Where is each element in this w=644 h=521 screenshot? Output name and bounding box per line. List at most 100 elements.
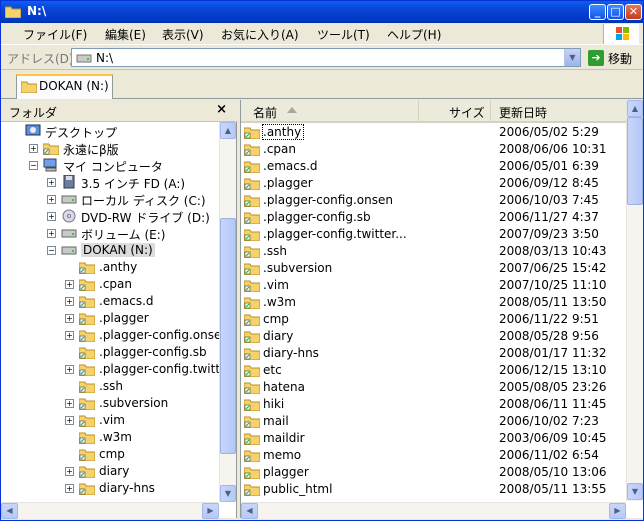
tree-node[interactable]: + DVD-RW ドライブ (D:) [1, 208, 219, 225]
scroll-left-button[interactable]: ◀ [1, 503, 18, 519]
file-row[interactable]: .plagger-config.onsen 2006/10/03 7:45 [241, 192, 626, 209]
expand-icon[interactable]: + [65, 331, 74, 340]
file-row[interactable]: .ssh 2008/03/13 10:43 [241, 243, 626, 260]
scroll-thumb[interactable] [627, 117, 643, 205]
expand-icon[interactable]: + [65, 365, 74, 374]
scroll-right-button[interactable]: ▶ [609, 503, 626, 519]
title-bar[interactable]: N:\ _ □ ✕ [1, 1, 643, 23]
file-row[interactable]: mail 2006/10/02 7:23 [241, 413, 626, 430]
tree-node[interactable]: − マイ コンピュータ [1, 157, 219, 174]
tree-node[interactable]: + .plagger-config.twitter [1, 361, 219, 378]
tree-node[interactable]: + .vim [1, 412, 219, 429]
tree-node[interactable]: + diary-hns [1, 480, 219, 497]
go-button[interactable]: ➔ 移動 [586, 48, 640, 68]
tree-node-label: .plagger [99, 311, 149, 325]
tree-node[interactable]: + .plagger [1, 310, 219, 327]
file-row[interactable]: .plagger-config.sb 2006/11/27 4:37 [241, 209, 626, 226]
file-row[interactable]: hiki 2008/06/11 11:45 [241, 396, 626, 413]
collapse-icon[interactable]: − [47, 246, 56, 255]
tree-node[interactable]: .plagger-config.sb [1, 344, 219, 361]
menu-file[interactable]: ファイル(F) [23, 26, 87, 43]
list-vertical-scrollbar[interactable]: ▲ ▼ [626, 100, 643, 501]
file-row[interactable]: cmp 2006/11/22 9:51 [241, 311, 626, 328]
tree-vertical-scrollbar[interactable]: ▲ ▼ [219, 122, 236, 502]
minimize-button[interactable]: _ [589, 4, 606, 20]
folder-icon [244, 161, 260, 173]
address-input[interactable]: N:\ ▼ [71, 48, 581, 67]
tree-node[interactable]: + .plagger-config.onsen [1, 327, 219, 344]
menu-edit[interactable]: 編集(E) [105, 26, 146, 43]
file-list: .anthy 2006/05/02 5:29 .cpan 2008/06/06 10:… [241, 123, 626, 503]
file-date: 2007/06/25 15:42 [499, 261, 607, 275]
column-name[interactable]: 名前 [241, 100, 419, 121]
file-row[interactable]: .anthy 2006/05/02 5:29 [241, 124, 626, 141]
file-row[interactable]: plagger 2008/05/10 13:06 [241, 464, 626, 481]
menu-help[interactable]: ヘルプ(H) [387, 26, 441, 43]
expand-icon[interactable]: + [65, 399, 74, 408]
tree-node[interactable]: cmp [1, 446, 219, 463]
list-horizontal-scrollbar[interactable]: ◀ ▶ [241, 502, 626, 519]
expand-icon[interactable]: + [65, 297, 74, 306]
expand-icon[interactable]: + [65, 314, 74, 323]
scroll-down-button[interactable]: ▼ [220, 485, 236, 502]
file-row[interactable]: .cpan 2008/06/06 10:31 [241, 141, 626, 158]
tree-node[interactable]: .anthy [1, 259, 219, 276]
column-date[interactable]: 更新日時 [491, 100, 626, 121]
folder-pane-close-button[interactable]: × [216, 102, 227, 117]
close-button[interactable]: ✕ [625, 4, 642, 20]
scroll-up-button[interactable]: ▲ [627, 100, 643, 117]
expand-icon[interactable]: + [29, 144, 38, 153]
scroll-up-button[interactable]: ▲ [220, 122, 236, 139]
column-size[interactable]: サイズ [419, 100, 491, 121]
file-row[interactable]: diary 2008/05/28 9:56 [241, 328, 626, 345]
file-row[interactable]: .w3m 2008/05/11 13:50 [241, 294, 626, 311]
tree-node[interactable]: + .cpan [1, 276, 219, 293]
tree-node[interactable]: +3.5 インチ FD (A:) [1, 174, 219, 191]
file-row[interactable]: etc 2006/12/15 13:10 [241, 362, 626, 379]
scroll-left-button[interactable]: ◀ [241, 503, 258, 519]
scroll-right-button[interactable]: ▶ [202, 503, 219, 519]
tree-node[interactable]: − DOKAN (N:) [1, 242, 219, 259]
scroll-thumb[interactable] [220, 218, 236, 454]
file-row[interactable]: .vim 2007/10/25 11:10 [241, 277, 626, 294]
tree-node[interactable]: + ボリューム (E:) [1, 225, 219, 242]
drive-icon [76, 54, 92, 63]
file-row[interactable]: hatena 2005/08/05 23:26 [241, 379, 626, 396]
expand-icon[interactable]: + [65, 467, 74, 476]
menu-favorites[interactable]: お気に入り(A) [221, 26, 299, 43]
file-row[interactable]: maildir 2003/06/09 10:45 [241, 430, 626, 447]
collapse-icon[interactable]: − [29, 161, 38, 170]
tree-node[interactable]: .ssh [1, 378, 219, 395]
tree-node[interactable]: + diary [1, 463, 219, 480]
tree-node[interactable]: + 永遠にβ版 [1, 140, 219, 157]
folder-icon [5, 6, 21, 18]
address-dropdown-button[interactable]: ▼ [564, 49, 580, 66]
tree-node[interactable]: + .emacs.d [1, 293, 219, 310]
tree-node[interactable]: + ローカル ディスク (C:) [1, 191, 219, 208]
expand-icon[interactable]: + [47, 212, 56, 221]
tree-node[interactable]: + .subversion [1, 395, 219, 412]
file-row[interactable]: diary-hns 2008/01/17 11:32 [241, 345, 626, 362]
file-row[interactable]: public_html 2008/05/11 13:55 [241, 481, 626, 498]
expand-icon[interactable]: + [65, 280, 74, 289]
folder-icon [244, 212, 260, 224]
menu-tools[interactable]: ツール(T) [317, 26, 370, 43]
file-date: 2008/06/06 10:31 [499, 142, 607, 156]
file-row[interactable]: memo 2006/11/02 6:54 [241, 447, 626, 464]
expand-icon[interactable]: + [65, 416, 74, 425]
expand-icon[interactable]: + [47, 195, 56, 204]
expand-icon[interactable]: + [47, 178, 56, 187]
tab-dokan[interactable]: DOKAN (N:) [16, 74, 113, 99]
maximize-button[interactable]: □ [607, 4, 624, 20]
file-row[interactable]: .subversion 2007/06/25 15:42 [241, 260, 626, 277]
file-row[interactable]: .emacs.d 2006/05/01 6:39 [241, 158, 626, 175]
expand-icon[interactable]: + [65, 484, 74, 493]
file-row[interactable]: .plagger-config.twitter... 2007/09/23 3:5… [241, 226, 626, 243]
tree-node[interactable]: デスクトップ [1, 123, 219, 140]
expand-icon[interactable]: + [47, 229, 56, 238]
file-row[interactable]: .plagger 2006/09/12 8:45 [241, 175, 626, 192]
tree-node[interactable]: .w3m [1, 429, 219, 446]
tree-horizontal-scrollbar[interactable]: ◀ ▶ [1, 502, 219, 519]
menu-view[interactable]: 表示(V) [162, 26, 204, 43]
scroll-down-button[interactable]: ▼ [627, 483, 643, 500]
